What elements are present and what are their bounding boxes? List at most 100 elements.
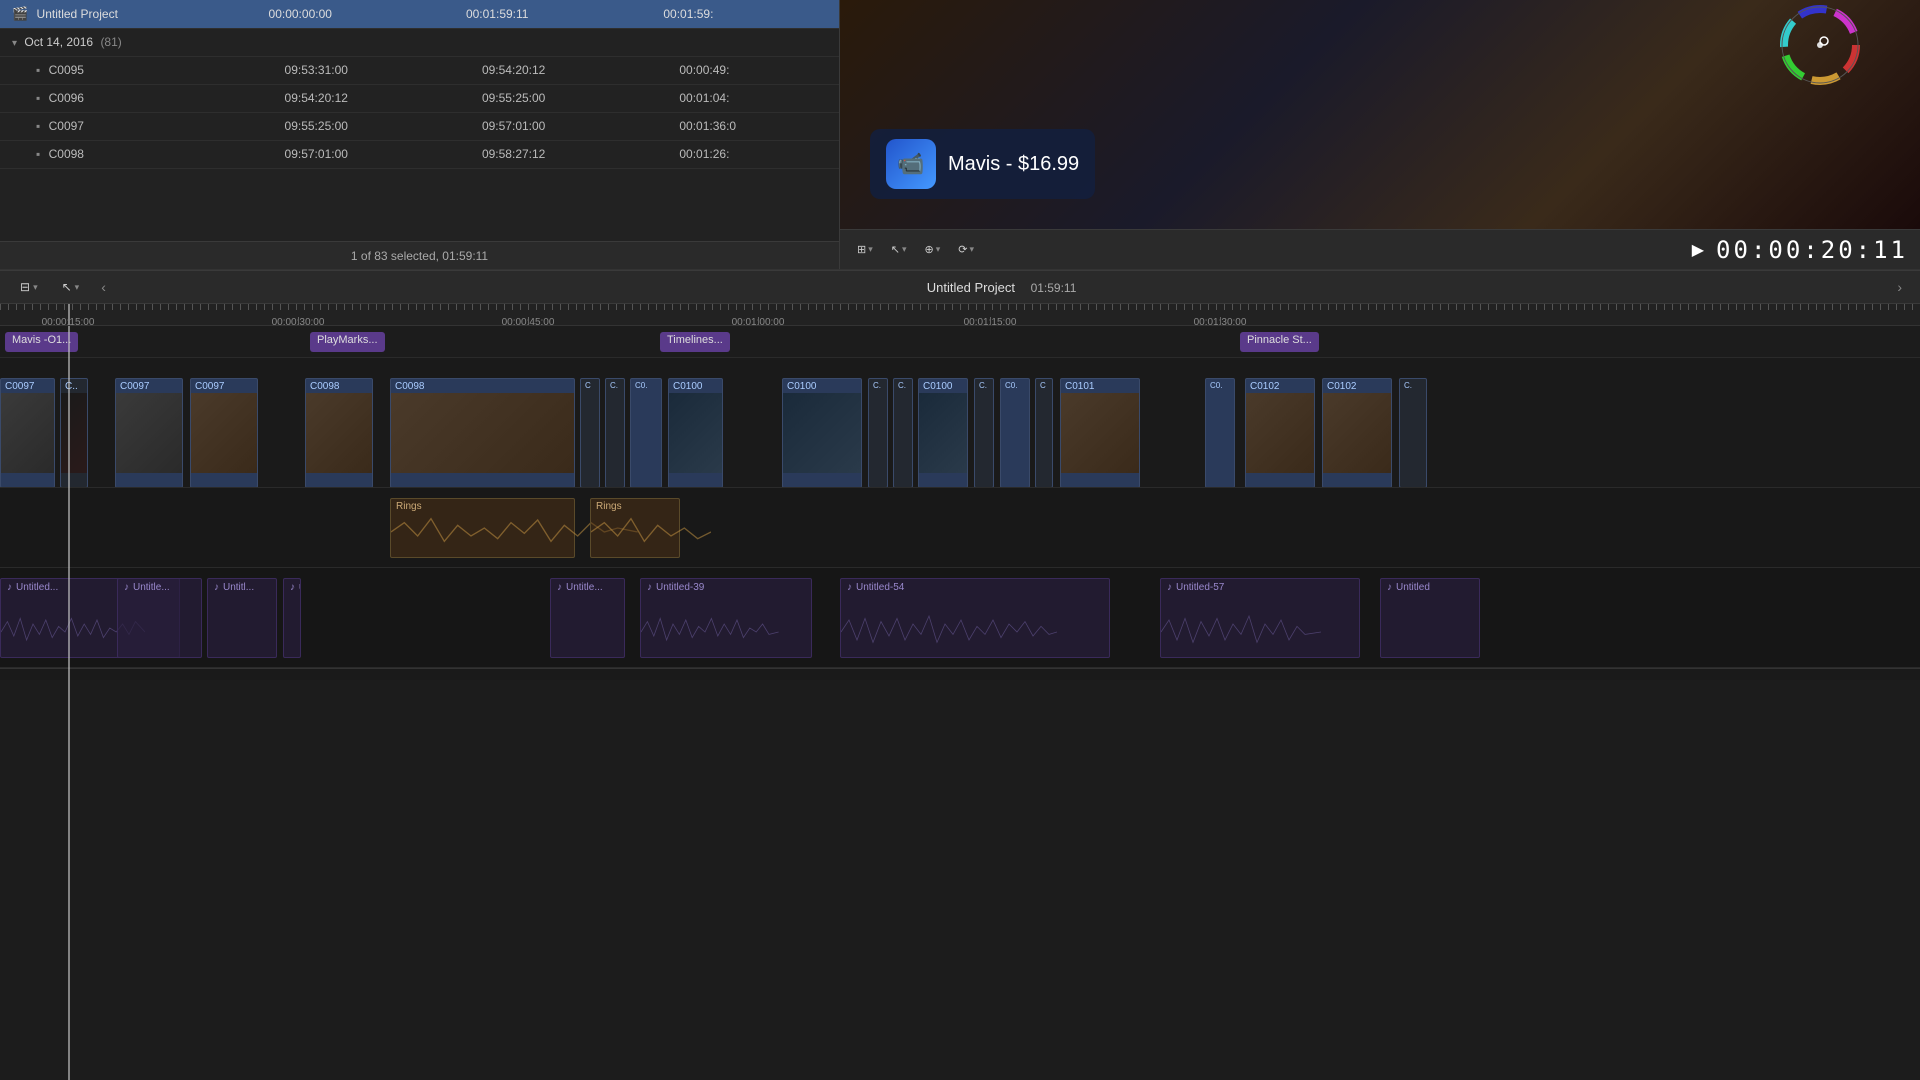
timeline-nav-right[interactable]: ›	[1891, 277, 1908, 297]
tl-tool-chevron-icon: ▾	[75, 282, 80, 293]
lower-clip-untitl-3-label: Untitl...	[208, 579, 276, 596]
project-duration: 00:01:59:	[655, 0, 839, 28]
audio-clip-rings-1[interactable]: Rings	[390, 498, 575, 558]
clip-start-c0095: 09:53:31:00	[261, 56, 458, 84]
date-group-row[interactable]: ▾ Oct 14, 2016 (81)	[0, 28, 839, 56]
clip-label-c0097-2: C0097	[116, 379, 153, 394]
timeline-body: Mavis -O1... PlayMarks... Timelines... P…	[0, 326, 1920, 1080]
lower-clip-untitled-39[interactable]: Untitled-39	[640, 578, 812, 658]
clip-row-c0096[interactable]: ▪ C0096 09:54:20:12 09:55:25:00 00:01:04…	[0, 84, 839, 112]
ruler-tick-4	[990, 317, 991, 326]
clip-thumb-c0097-1	[1, 393, 54, 473]
timeline-tool-button[interactable]: ↖ ▾	[54, 276, 88, 298]
video-clip-c0-sm[interactable]: C0.	[630, 378, 662, 488]
clip-row-c0095[interactable]: ▪ C0095 09:53:31:00 09:54:20:12 00:00:49…	[0, 56, 839, 84]
clip-label-c0098-2: C0098	[391, 379, 428, 394]
browser-status-text: 1 of 83 selected, 01:59:11	[351, 249, 488, 263]
color-wheel	[1780, 5, 1860, 85]
video-clip-c-sm4[interactable]: C.	[868, 378, 888, 488]
clip-icon-c0098: ▪	[36, 147, 40, 161]
timeline-scrollbar[interactable]	[0, 668, 1920, 680]
video-clip-c0098-2[interactable]: C0098	[390, 378, 575, 488]
timeline-header: ⊟ ▾ ↖ ▾ ‹ Untitled Project 01:59:11 ›	[0, 270, 1920, 304]
marker-playmarks[interactable]: PlayMarks...	[310, 332, 385, 352]
lower-clip-untitl-3[interactable]: Untitl...	[207, 578, 277, 658]
clip-label-c-sm6: C.	[975, 379, 991, 392]
clip-icon-c0097: ▪	[36, 119, 40, 133]
marker-pinnacle-text: Pinnacle St...	[1247, 334, 1312, 346]
marker-pinnacle[interactable]: Pinnacle St...	[1240, 332, 1319, 352]
video-clip-c0097-2[interactable]: C0097	[115, 378, 183, 488]
clip-duration-c0098: 00:01:26:	[655, 140, 839, 168]
video-track: C0097 C.. C0097 C0097 C0098 C0098	[0, 358, 1920, 488]
clip-label-c0-sm: C0.	[631, 379, 651, 392]
project-row[interactable]: 🎬 Untitled Project 00:00:00:00 00:01:59:…	[0, 0, 839, 28]
video-clip-c0-2[interactable]: C0.	[1000, 378, 1030, 488]
video-clip-c-sm2[interactable]: C	[580, 378, 600, 488]
video-clip-c0100-2[interactable]: C0100	[782, 378, 862, 488]
clip-label-c0097-1: C0097	[1, 379, 38, 394]
ruler-marks: 00:00:15:00 00:00:30:00 00:00:45:00 00:0…	[0, 310, 1920, 326]
tool-button[interactable]: ↖ ▾	[886, 240, 912, 259]
arrow-icon: ↖	[891, 243, 900, 256]
video-clip-c0098-1[interactable]: C0098	[305, 378, 373, 488]
lower-clip-untitled-57[interactable]: Untitled-57	[1160, 578, 1360, 658]
marker-playmarks-text: PlayMarks...	[317, 334, 378, 346]
video-clip-c0102-1[interactable]: C0102	[1245, 378, 1315, 488]
video-clip-c0100-3[interactable]: C0100	[918, 378, 968, 488]
clip-row-c0098[interactable]: ▪ C0098 09:57:01:00 09:58:27:12 00:01:26…	[0, 140, 839, 168]
video-clip-c-sm6[interactable]: C.	[974, 378, 994, 488]
transform-button[interactable]: ⊕ ▾	[920, 240, 946, 259]
video-clip-c0-3[interactable]: C0.	[1205, 378, 1235, 488]
marker-mavis-text: Mavis -O1...	[12, 334, 71, 346]
clip-row-c0097[interactable]: ▪ C0097 09:55:25:00 09:57:01:00 00:01:36…	[0, 112, 839, 140]
clip-label-c0-3: C0.	[1206, 379, 1226, 392]
preview-panel: 📹 Mavis - $16.99 ⊞ ▾ ↖	[840, 0, 1920, 269]
browser-table: 🎬 Untitled Project 00:00:00:00 00:01:59:…	[0, 0, 839, 169]
clip-start-c0096: 09:54:20:12	[261, 84, 458, 112]
app-notification-text: Mavis - $16.99	[948, 153, 1079, 176]
lower-clip-untitle-2-label: Untitle...	[118, 579, 201, 596]
play-button[interactable]: ▶	[1688, 240, 1708, 260]
lower-clip-untitle-5-label: Untitle...	[551, 579, 624, 596]
clip-end-c0098: 09:58:27:12	[458, 140, 655, 168]
view-options-group: ⊞ ▾	[852, 240, 878, 259]
lower-clip-untitle-5[interactable]: Untitle...	[550, 578, 625, 658]
video-clip-c0097-1[interactable]: C0097	[0, 378, 55, 488]
clip-label-c-sm1: C..	[61, 379, 82, 394]
tool-group: ↖ ▾	[886, 240, 912, 259]
clip-thumb-c0097-2	[116, 393, 182, 473]
lower-clip-untitled-last[interactable]: Untitled	[1380, 578, 1480, 658]
clip-thumb-c0102-2	[1323, 393, 1391, 473]
timeline-nav-left[interactable]: ‹	[95, 277, 112, 297]
audio-clip-rings-2[interactable]: Rings	[590, 498, 680, 558]
marker-timelines[interactable]: Timelines...	[660, 332, 730, 352]
view-mode-button[interactable]: ⊞ ▾	[852, 240, 878, 259]
video-clip-c0101[interactable]: C0101	[1060, 378, 1140, 488]
marker-mavis[interactable]: Mavis -O1...	[5, 332, 78, 352]
speed-button[interactable]: ⟳ ▾	[953, 240, 979, 259]
project-icon: 🎬	[12, 6, 28, 21]
marker-timelines-text: Timelines...	[667, 334, 723, 346]
timeline-view-button[interactable]: ⊟ ▾	[12, 276, 46, 298]
video-clip-c-sm1[interactable]: C..	[60, 378, 88, 488]
timeline-ruler: 00:00:15:00 00:00:30:00 00:00:45:00 00:0…	[0, 304, 1920, 326]
video-clip-c0100-1[interactable]: C0100	[668, 378, 723, 488]
clip-thumb-c-sm1	[61, 393, 87, 473]
project-name: Untitled Project	[37, 7, 118, 21]
video-clip-c-sm5[interactable]: C.	[893, 378, 913, 488]
lower-clip-untitled-54[interactable]: Untitled-54	[840, 578, 1110, 658]
clip-label-c0100-1: C0100	[669, 379, 706, 394]
clip-label-c0098-1: C0098	[306, 379, 343, 394]
video-clip-c0102-2[interactable]: C0102	[1322, 378, 1392, 488]
lower-clip-u-label: U	[284, 579, 300, 596]
lower-clip-u[interactable]: U	[283, 578, 301, 658]
clip-label-c0100-3: C0100	[919, 379, 956, 394]
video-clip-c0097-3[interactable]: C0097	[190, 378, 258, 488]
lower-clip-untitle-2[interactable]: Untitle...	[117, 578, 202, 658]
project-end: 00:01:59:11	[458, 0, 655, 28]
preview-controls: ⊞ ▾ ↖ ▾ ⊕ ▾	[840, 229, 1920, 269]
video-clip-c-sm7[interactable]: C	[1035, 378, 1053, 488]
video-clip-c-sm8[interactable]: C.	[1399, 378, 1427, 488]
video-clip-c-sm3[interactable]: C.	[605, 378, 625, 488]
